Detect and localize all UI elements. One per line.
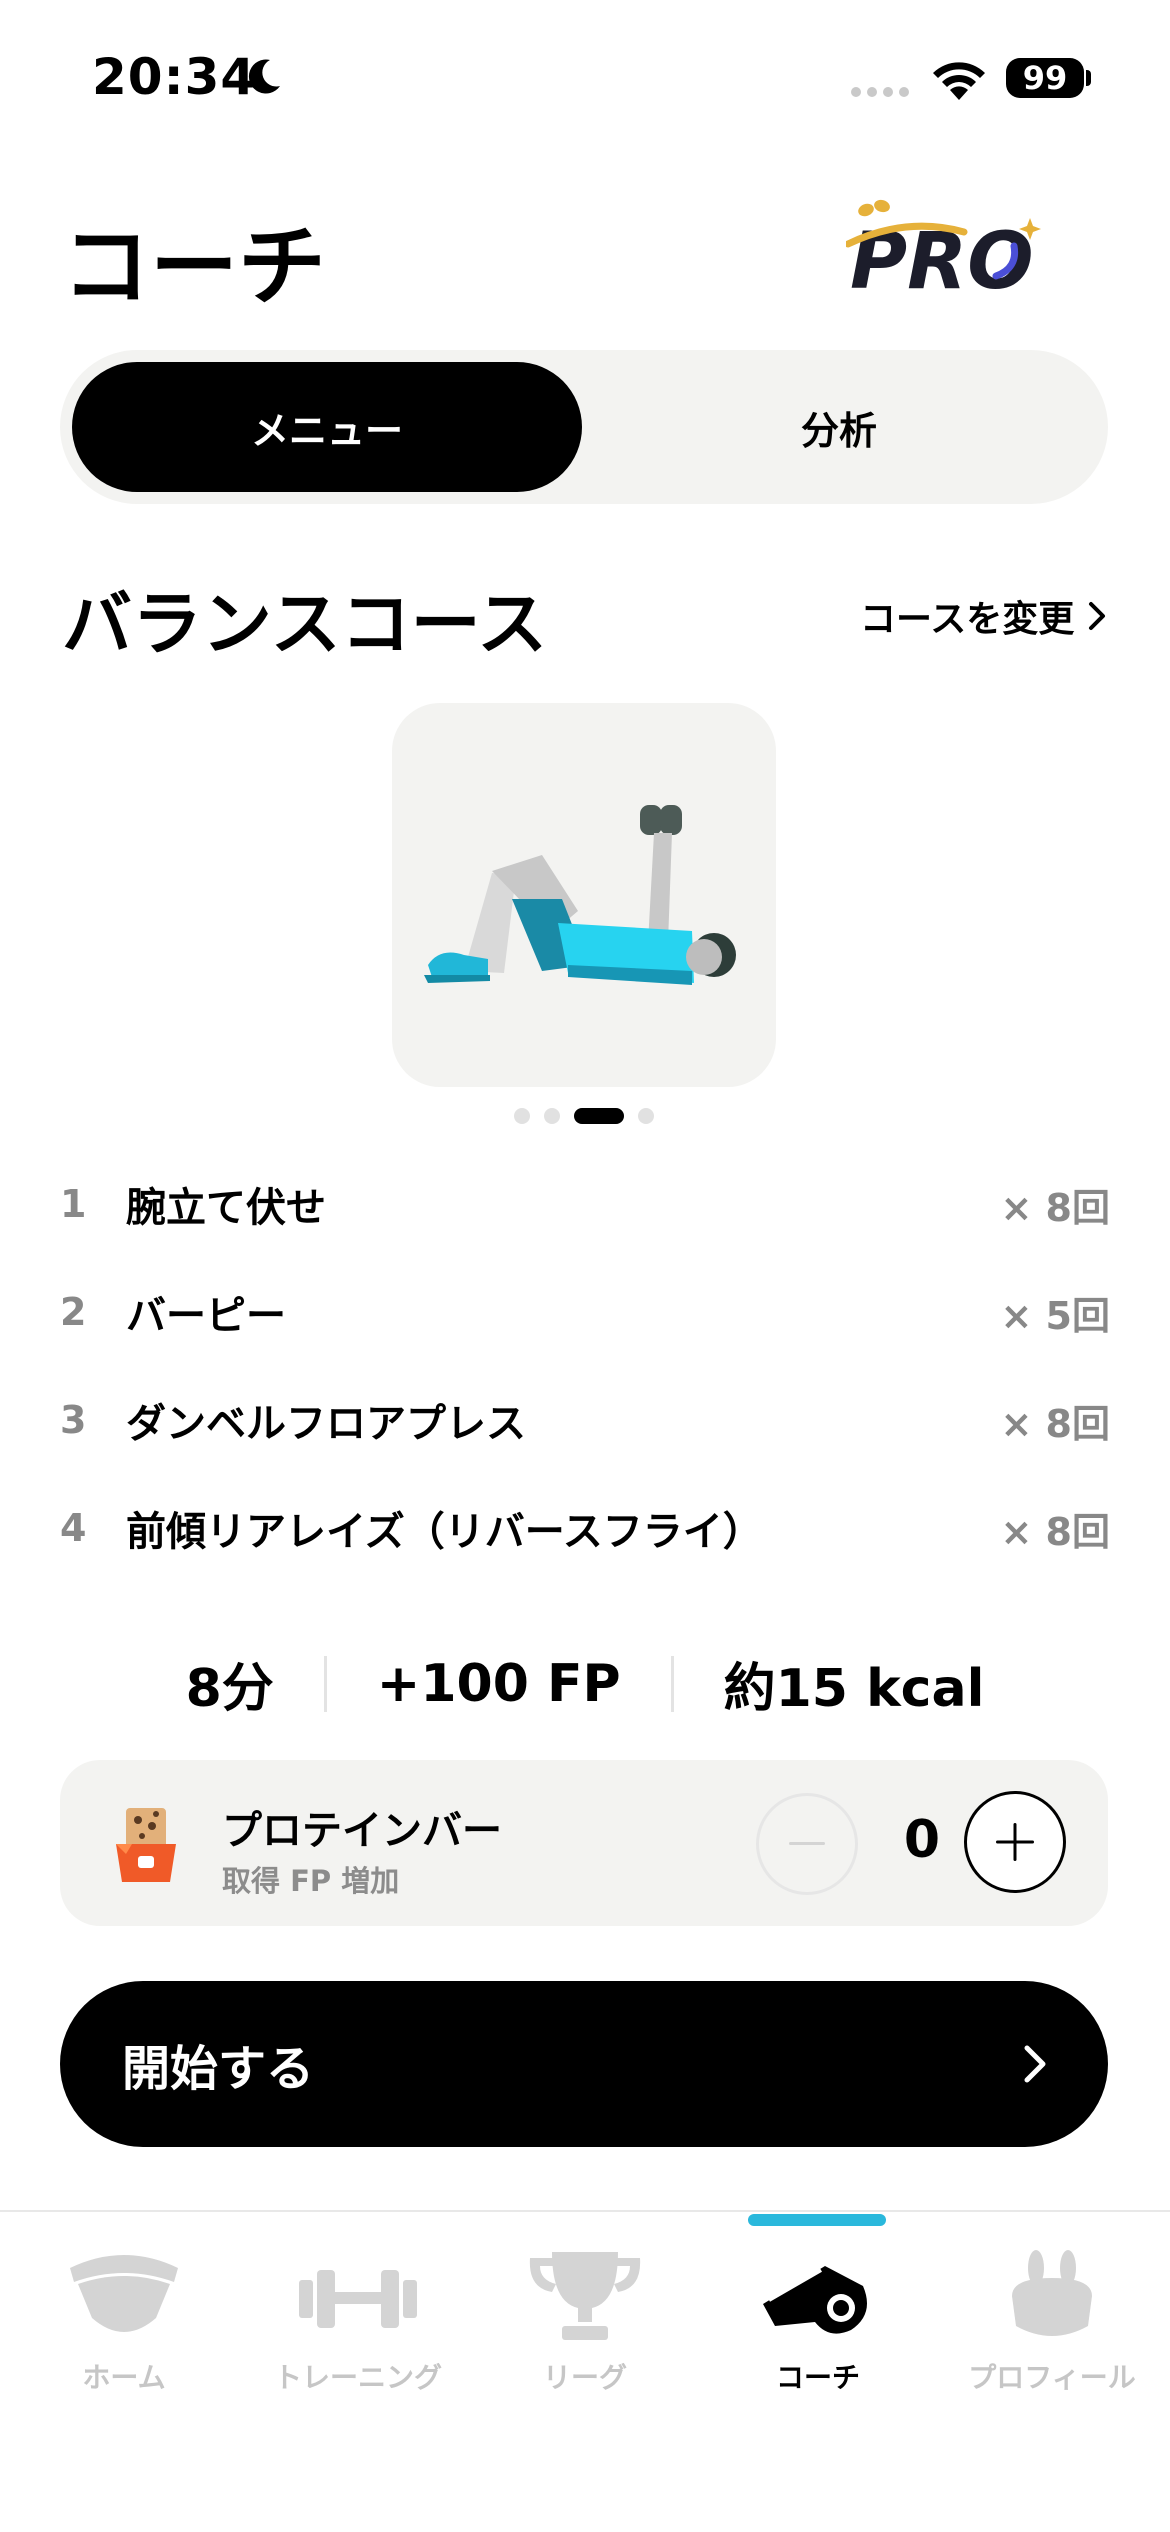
tab-label: トレーニング [273,2361,442,2394]
exercise-reps: × 5回 [1000,1293,1110,1338]
rabbit-icon [1012,2250,1092,2336]
protein-bar-card: プロテインバー 取得 FP 増加 0 [60,1760,1108,1926]
exercise-row[interactable]: 4 前傾リアレイズ（リバースフライ） × 8回 [60,1498,1110,1558]
exercise-number: 3 [60,1398,87,1442]
plus-icon [996,1823,1034,1861]
page-title: コーチ [62,215,327,318]
exercise-number: 2 [60,1290,87,1334]
exercise-row[interactable]: 1 腕立て伏せ × 8回 [60,1174,1110,1234]
carousel-indicator [514,1108,654,1124]
battery-indicator: 99 [1006,58,1084,98]
exercise-name: ダンベルフロアプレス [126,1401,526,1447]
chevron-right-icon [1024,2045,1046,2083]
exercise-reps: × 8回 [1000,1185,1110,1230]
floor-press-illustration [424,805,736,985]
minus-icon [789,1842,825,1845]
protein-count: 0 [903,1810,941,1870]
stat-duration: 8分 [185,1659,274,1719]
tab-menu[interactable]: メニュー [72,362,582,492]
stat-calories: 約15 kcal [723,1659,985,1719]
carousel-dot-active[interactable] [574,1108,624,1124]
tab-label: プロフィール [968,2361,1136,2394]
exercise-reps: × 8回 [1000,1401,1110,1446]
start-button-label: 開始する [122,2041,315,2097]
exercise-illustration-card[interactable] [392,703,776,1087]
course-title: バランスコース [62,583,548,665]
tab-training[interactable]: トレーニング [241,2248,475,2396]
tab-bar-divider [0,2210,1170,2212]
cellular-signal-icon [851,87,909,97]
tab-active-indicator [748,2214,886,2226]
carousel-dot[interactable] [514,1108,530,1124]
pro-badge[interactable]: PRO [846,196,1046,296]
change-course-label: コースを変更 [860,599,1075,640]
tab-analysis[interactable]: 分析 [582,362,1096,492]
carousel-dot[interactable] [638,1108,654,1124]
stat-fp: +100 FP [376,1653,621,1714]
exercise-reps: × 8回 [1000,1509,1110,1554]
tab-profile[interactable]: プロフィール [935,2248,1169,2396]
exercise-number: 1 [60,1182,87,1226]
protein-bar-subtitle: 取得 FP 増加 [222,1864,400,1898]
exercise-row[interactable]: 2 バーピー × 5回 [60,1282,1110,1342]
trophy-icon [529,2252,641,2340]
status-time: 20:34 [92,48,257,106]
decrement-button[interactable] [756,1793,858,1895]
protein-bar-icon [116,1808,176,1882]
carousel-dot[interactable] [544,1108,560,1124]
exercise-name: 前傾リアレイズ（リバースフライ） [126,1509,763,1555]
exercise-row[interactable]: 3 ダンベルフロアプレス × 8回 [60,1390,1110,1450]
battery-tip [1086,70,1091,86]
workout-stats: 8分 +100 FP 約15 kcal [0,1646,1170,1721]
tab-league[interactable]: リーグ [468,2248,702,2396]
tab-label: ホーム [82,2361,166,2394]
tab-label: リーグ [542,2361,627,2394]
tab-label: コーチ [775,2361,860,2394]
wifi-icon [933,62,985,100]
change-course-link[interactable]: コースを変更 [860,590,1106,642]
exercise-name: バーピー [126,1293,286,1339]
chevron-right-icon [1089,602,1106,630]
exercise-name: 腕立て伏せ [126,1185,326,1231]
segment-control: メニュー 分析 [60,350,1108,504]
home-icon [70,2255,178,2332]
protein-bar-name: プロテインバー [222,1808,502,1854]
tab-home[interactable]: ホーム [7,2248,241,2396]
dumbbell-icon [299,2270,417,2328]
moon-icon [248,59,280,94]
increment-button[interactable] [964,1791,1066,1893]
start-button[interactable]: 開始する [60,1981,1108,2147]
tab-coach[interactable]: コーチ [701,2248,935,2396]
exercise-number: 4 [60,1506,87,1550]
whistle-icon [763,2266,867,2334]
